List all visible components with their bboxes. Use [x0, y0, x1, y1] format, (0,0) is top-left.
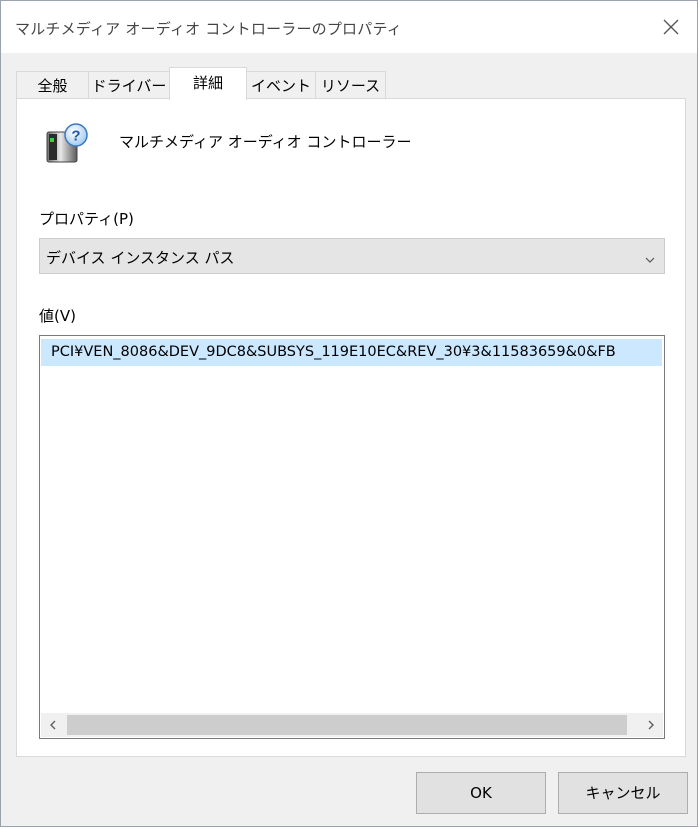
ok-button[interactable]: OK	[416, 772, 546, 814]
property-selected-value: デバイス インスタンス パス	[46, 249, 235, 267]
property-select[interactable]: デバイス インスタンス パス	[39, 238, 665, 274]
close-icon	[663, 19, 679, 35]
list-item[interactable]: PCI¥VEN_8086&DEV_9DC8&SUBSYS_119E10EC&RE…	[41, 339, 662, 366]
tab-general[interactable]: 全般	[16, 71, 89, 99]
scroll-right-button[interactable]	[639, 713, 663, 737]
close-button[interactable]	[659, 15, 683, 39]
title-bar: マルチメディア オーディオ コントローラーのプロパティ	[1, 1, 697, 53]
value-label: 値(V)	[39, 307, 76, 325]
unknown-device-icon: ?	[45, 122, 89, 166]
tab-resources[interactable]: リソース	[315, 71, 386, 99]
svg-text:?: ?	[71, 128, 80, 145]
tab-events[interactable]: イベント	[246, 71, 316, 99]
chevron-right-icon	[648, 720, 654, 730]
property-label: プロパティ(P)	[39, 210, 134, 228]
horizontal-scrollbar[interactable]	[41, 713, 663, 737]
window-title: マルチメディア オーディオ コントローラーのプロパティ	[15, 20, 402, 38]
cancel-button[interactable]: キャンセル	[558, 772, 688, 814]
scroll-thumb[interactable]	[67, 715, 627, 735]
tab-driver[interactable]: ドライバー	[88, 71, 170, 99]
device-name: マルチメディア オーディオ コントローラー	[119, 133, 412, 151]
scroll-left-button[interactable]	[41, 713, 65, 737]
chevron-down-icon	[644, 251, 656, 263]
details-panel: ? マルチメディア オーディオ コントローラー プロパティ(P) デバイス イン…	[16, 98, 686, 757]
value-listbox[interactable]: PCI¥VEN_8086&DEV_9DC8&SUBSYS_119E10EC&RE…	[39, 335, 665, 739]
chevron-left-icon	[50, 720, 56, 730]
tab-details[interactable]: 詳細	[169, 67, 247, 100]
properties-dialog: マルチメディア オーディオ コントローラーのプロパティ 全般 ドライバー 詳細 …	[0, 0, 698, 827]
